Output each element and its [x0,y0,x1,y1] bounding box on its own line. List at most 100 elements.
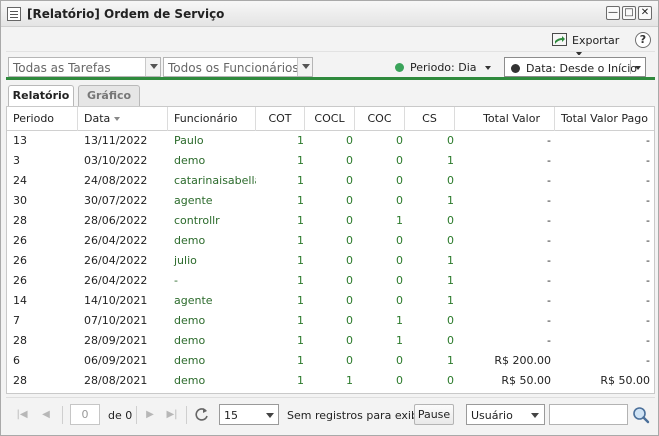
cell-cs: 0 [447,374,454,387]
cell-cot: 1 [297,274,304,287]
cell-cot: 1 [297,214,304,227]
table-row[interactable]: 28 28/06/2022 controllr 1 0 1 0 - - [7,211,654,231]
cell-funcionario: julio [174,254,197,267]
period-selector[interactable]: Periodo: Dia [395,61,491,74]
column-header-cs[interactable]: CS [405,107,455,131]
pause-button[interactable]: Pause [414,404,454,425]
cell-cocl: 0 [346,354,353,367]
export-button[interactable]: Exportar [552,32,628,56]
table-row[interactable]: 6 06/09/2021 demo 1 0 0 1 R$ 200.00 - [7,351,654,371]
cell-cot: 1 [297,334,304,347]
chevron-down-icon[interactable] [297,58,312,76]
employees-filter-value: Todos os Funcionários [168,61,299,75]
cell-cot: 1 [297,234,304,247]
cell-cocl: 0 [346,274,353,287]
search-input[interactable] [549,404,628,425]
next-page-icon[interactable]: ▶ [142,407,158,423]
tasks-filter-value: Todas as Tarefas [13,61,111,75]
column-header-cot[interactable]: COT [256,107,305,131]
chevron-down-icon[interactable] [145,58,160,76]
table-row[interactable]: 26 26/04/2022 - 1 0 0 1 - - [7,271,654,291]
maximize-icon[interactable]: □ [622,6,636,20]
column-header-data[interactable]: Data [78,107,168,131]
last-page-icon[interactable]: ▶| [164,407,180,423]
cell-total-valor-pago: - [646,134,650,147]
cell-periodo: 26 [13,274,27,287]
table-row[interactable]: 28 28/09/2021 demo 1 0 1 0 - - [7,331,654,351]
cell-total-valor-pago: - [646,354,650,367]
cell-cs: 0 [447,334,454,347]
cell-cocl: 0 [346,234,353,247]
prev-page-icon[interactable]: ◀ [38,407,54,423]
cell-total-valor: - [547,134,551,147]
cell-cocl: 0 [346,134,353,147]
period-status-dot-icon [395,63,404,72]
search-icon[interactable] [632,406,650,424]
cell-total-valor-pago: R$ 50.00 [600,374,650,387]
cell-total-valor-pago: - [646,154,650,167]
table-row[interactable]: 13 13/11/2022 Paulo 1 0 0 0 - - [7,131,654,151]
cell-cot: 1 [297,154,304,167]
page-number-input[interactable]: 0 [70,404,100,425]
cell-cocl: 0 [346,334,353,347]
tab-grafico[interactable]: Gráfico [78,85,140,107]
date-status-dot-icon [511,64,520,73]
minimize-icon[interactable]: — [606,6,620,20]
column-header-total-valor[interactable]: Total Valor [455,107,555,131]
table-row[interactable]: 3 03/10/2022 demo 1 0 0 1 - - [7,151,654,171]
column-header-total-valor-pago[interactable]: Total Valor Pago [555,107,654,131]
cell-cs: 1 [447,274,454,287]
cell-coc: 0 [396,274,403,287]
cell-cot: 1 [297,314,304,327]
cell-periodo: 7 [13,314,20,327]
cell-funcionario: demo [174,314,206,327]
help-icon[interactable]: ? [635,32,651,48]
cell-coc: 0 [396,194,403,207]
cell-cs: 1 [447,294,454,307]
search-field-select[interactable]: Usuário [466,404,545,425]
chevron-down-icon[interactable] [635,66,641,70]
cell-coc: 1 [396,334,403,347]
table-row[interactable]: 28 28/08/2021 demo 1 1 0 0 R$ 50.00 R$ 50.00 [7,371,654,391]
cell-cs: 1 [447,354,454,367]
page-size-select[interactable]: 15 [219,404,279,425]
cell-coc: 0 [396,354,403,367]
cell-total-valor-pago: - [646,254,650,267]
close-icon[interactable]: ✕ [638,6,652,20]
column-header-coc[interactable]: COC [355,107,405,131]
date-range-selector[interactable]: Data: Desde o Início [504,57,646,77]
first-page-icon[interactable]: |◀ [14,407,30,423]
cell-cs: 0 [447,234,454,247]
cell-cot: 1 [297,174,304,187]
title-bar[interactable]: [Relatório] Ordem de Serviço — □ ✕ [1,1,658,27]
table-row[interactable]: 30 30/07/2022 agente 1 0 0 1 - - [7,191,654,211]
cell-total-valor-pago: - [646,214,650,227]
cell-coc: 1 [396,214,403,227]
filter-bar: Todas as Tarefas Todos os Funcionários P… [6,55,655,80]
cell-coc: 0 [396,294,403,307]
cell-coc: 0 [396,234,403,247]
cell-data: 28/08/2021 [84,374,148,387]
cell-periodo: 28 [13,214,27,227]
cell-data: 14/10/2021 [84,294,148,307]
tab-relatorio[interactable]: Relatório [8,85,74,108]
refresh-icon[interactable] [193,406,210,423]
column-header-cocl[interactable]: COCL [305,107,355,131]
cell-periodo: 28 [13,334,27,347]
cell-funcionario: controllr [174,214,220,227]
tasks-filter-select[interactable]: Todas as Tarefas [8,57,161,77]
table-row[interactable]: 14 14/10/2021 agente 1 0 0 1 - - [7,291,654,311]
cell-cocl: 0 [346,214,353,227]
cell-total-valor: - [547,294,551,307]
column-header-funcionario[interactable]: Funcionário [168,107,256,131]
employees-filter-select[interactable]: Todos os Funcionários [163,57,313,77]
table-row[interactable]: 24 24/08/2022 catarinaisabella 1 0 0 0 - - [7,171,654,191]
cell-funcionario: demo [174,234,206,247]
cell-cs: 1 [447,194,454,207]
cell-total-valor: - [547,314,551,327]
table-row[interactable]: 26 26/04/2022 julio 1 0 0 1 - - [7,251,654,271]
column-header-periodo[interactable]: Periodo [7,107,78,131]
table-row[interactable]: 26 26/04/2022 demo 1 0 0 0 - - [7,231,654,251]
table-row[interactable]: 7 07/10/2021 demo 1 0 1 0 - - [7,311,654,331]
cell-total-valor: - [547,254,551,267]
